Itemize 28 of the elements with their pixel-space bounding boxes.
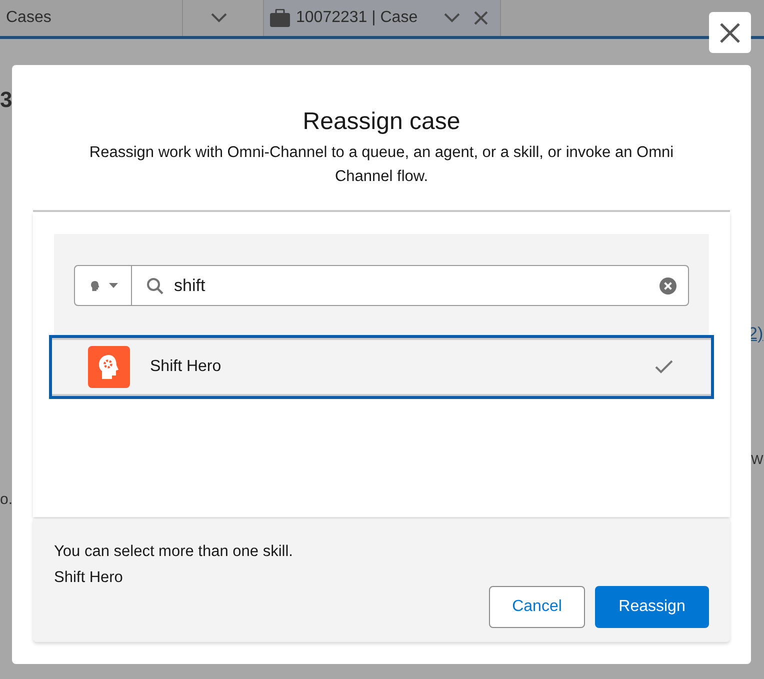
chevron-icon[interactable] xyxy=(444,13,460,23)
close-icon xyxy=(718,20,742,44)
close-icon[interactable] xyxy=(474,11,488,25)
tab[interactable]: 10072231 | Case xyxy=(264,0,424,36)
modal-description: Reassign work with Omni-Channel to a queue, an agent, or a skill, or invoke an Omni Channel flow. xyxy=(88,143,675,187)
scope-dropdown[interactable] xyxy=(74,265,132,306)
search-input[interactable]: shift xyxy=(174,276,649,296)
skill-icon xyxy=(88,346,130,388)
reassign-button[interactable]: Reassign xyxy=(595,586,709,628)
tab[interactable]: Cases xyxy=(0,0,182,36)
text-fragment: 3 xyxy=(0,87,12,113)
close-button[interactable] xyxy=(709,12,751,53)
cancel-button[interactable]: Cancel xyxy=(489,586,585,628)
modal-title: Reassign case xyxy=(302,107,462,137)
result-label: Shift Hero xyxy=(150,358,222,376)
briefcase-icon xyxy=(270,9,290,27)
chevron-icon[interactable] xyxy=(211,13,227,23)
checkmark-icon xyxy=(655,360,673,374)
text-fragment: o. xyxy=(0,491,13,508)
head-icon xyxy=(88,280,100,292)
result-item[interactable]: Shift Hero xyxy=(49,335,714,399)
text-fragment: W xyxy=(751,452,764,467)
caret-icon xyxy=(108,282,118,288)
selected-skill: Shift Hero xyxy=(54,568,124,588)
hint-text: You can select more than one skill. xyxy=(54,542,294,562)
clear-icon[interactable] xyxy=(659,276,677,294)
search-icon xyxy=(146,276,164,294)
search-field[interactable]: shift xyxy=(132,265,689,306)
